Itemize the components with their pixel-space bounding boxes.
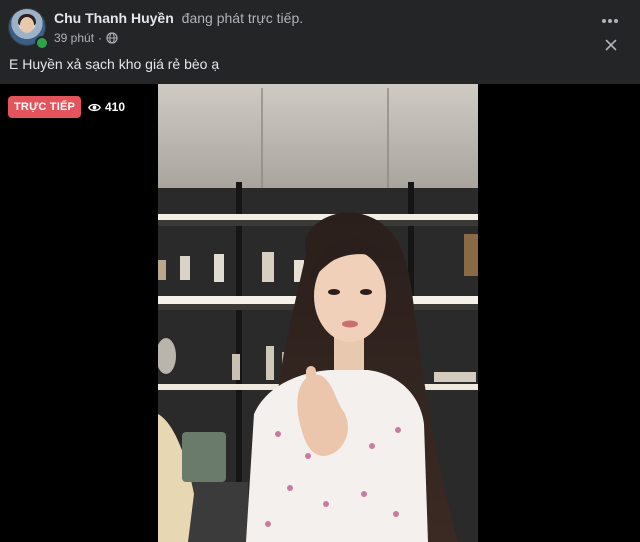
author-name[interactable]: Chu Thanh Huyền xyxy=(54,10,174,26)
globe-icon xyxy=(106,32,118,44)
viewer-count: 410 xyxy=(88,97,125,117)
online-status-dot xyxy=(35,36,49,50)
close-icon xyxy=(605,39,617,51)
viewer-count-value: 410 xyxy=(105,100,126,114)
video-frame xyxy=(158,84,478,542)
meta-separator: · xyxy=(98,31,103,45)
avatar-face xyxy=(20,17,34,33)
live-video-player[interactable]: TRỰC TIẾP 410 xyxy=(0,84,640,542)
close-button[interactable] xyxy=(596,36,626,54)
author-line: Chu Thanh Huyền đang phát trực tiếp. xyxy=(54,10,303,26)
upper-cabinets xyxy=(158,84,478,188)
more-horizontal-icon xyxy=(602,19,618,23)
eye-icon xyxy=(88,101,101,114)
more-options-button[interactable] xyxy=(594,8,626,34)
live-badge: TRỰC TIẾP xyxy=(8,96,82,118)
post-time[interactable]: 39 phút xyxy=(54,31,94,45)
post-meta: 39 phút · xyxy=(54,31,118,45)
live-status-text: đang phát trực tiếp. xyxy=(181,10,304,26)
dress xyxy=(246,370,428,542)
post-header: Chu Thanh Huyền đang phát trực tiếp. 39 … xyxy=(0,0,640,52)
post-message: E Huyền xả sạch kho giá rẻ bèo ạ xyxy=(9,56,220,72)
